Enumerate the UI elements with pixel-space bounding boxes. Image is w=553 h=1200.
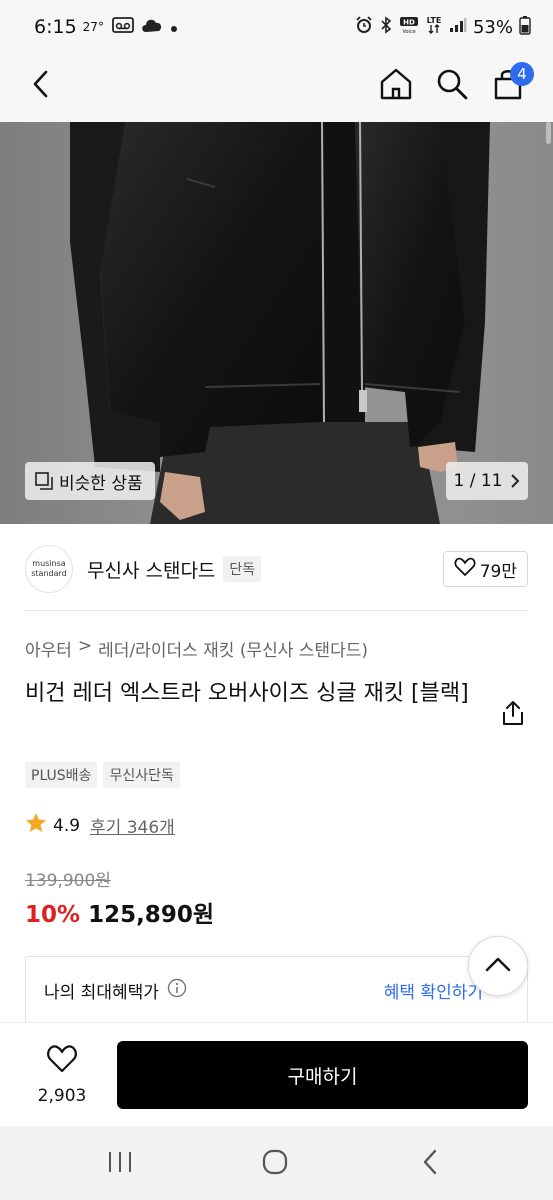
reviews-link[interactable]: 후기 346개 [90,813,175,838]
chevron-up-icon [485,956,511,976]
home-button[interactable] [374,64,418,108]
cloud-icon [140,16,164,38]
status-time: 6:15 [34,16,77,38]
status-bar: 6:15 27° HD Voice LTE 53% [0,0,553,54]
bluetooth-icon [379,16,393,38]
app-header: 4 [0,54,553,122]
chevron-right-icon [510,474,520,488]
cart-count-badge: 4 [510,62,534,86]
home-circle-icon [261,1148,289,1180]
info-icon[interactable] [167,978,187,1002]
status-temperature: 27° [82,20,104,34]
back-icon [30,70,54,102]
product-chips: PLUS배송 무신사단독 [25,762,180,788]
exclusive-tag: 단독 [223,556,262,582]
breadcrumb: 아우터 > 레더/라이더스 재킷 (무신사 스탠다드) [25,636,368,661]
back-nav-button[interactable] [408,1148,452,1180]
recent-apps-button[interactable] [98,1148,142,1180]
breadcrumb-category[interactable]: 아우터 [25,636,72,661]
rating-row: 4.9 후기 346개 [25,812,175,839]
voicemail-icon [112,17,134,37]
chip-plus-delivery: PLUS배송 [25,762,98,788]
divider [25,610,528,611]
max-benefit-box[interactable]: 나의 최대혜택가 혜택 확인하기 [25,956,528,1024]
system-nav-bar [0,1126,553,1200]
check-benefit-link[interactable]: 혜택 확인하기 [384,978,483,1003]
star-icon [25,812,47,839]
share-icon [501,701,525,730]
search-icon [435,67,469,105]
sale-price-row: 10% 125,890원 [25,895,214,929]
back-nav-icon [421,1149,439,1179]
wishlist-count: 2,903 [37,1086,87,1106]
brand-row: musinsa standard 무신사 스탠다드 단독 79만 [25,540,528,598]
discount-rate: 10% [25,902,81,928]
scrollbar-thumb[interactable] [546,122,551,144]
search-button[interactable] [430,64,474,108]
scroll-top-button[interactable] [468,936,528,996]
image-counter[interactable]: 1 / 11 [446,462,528,500]
alarm-icon [355,16,373,38]
hd-voice-icon: HD Voice [399,16,419,38]
sale-price: 125,890원 [88,902,214,928]
signal-icon [449,17,467,37]
product-image-carousel[interactable]: 비슷한 상품 1 / 11 [0,122,553,524]
wishlist-button[interactable]: 2,903 [30,1045,94,1106]
home-nav-button[interactable] [253,1148,297,1180]
status-battery-text: 53% [472,16,513,38]
cart-button[interactable]: 4 [486,62,534,108]
similar-items-icon [35,472,53,490]
product-title: 비건 레더 엑스트라 오버사이즈 싱글 재킷 [블랙] [25,681,469,706]
breadcrumb-subcategory[interactable]: 레더/라이더스 재킷 (무신사 스탠다드) [98,636,368,661]
share-button[interactable] [501,700,525,730]
battery-icon [519,15,531,39]
lte-icon: LTE [425,15,443,39]
svg-text:LTE: LTE [427,16,442,25]
rating-score: 4.9 [53,815,81,836]
brand-logo-line2: standard [31,569,67,578]
brand-logo[interactable]: musinsa standard [25,545,73,593]
heart-icon [46,1045,78,1078]
brand-like-button[interactable]: 79만 [442,551,528,587]
brand-like-count: 79만 [479,561,517,582]
brand-logo-line1: musinsa [32,559,66,568]
brand-name-link[interactable]: 무신사 스탠다드 [87,556,215,583]
recent-apps-icon [107,1150,133,1178]
home-icon [379,67,413,105]
svg-text:HD: HD [403,19,415,27]
back-button[interactable] [20,64,64,108]
buy-button[interactable]: 구매하기 [117,1041,528,1109]
image-counter-text: 1 / 11 [453,471,503,491]
bottom-purchase-bar: 2,903 구매하기 [0,1022,553,1126]
max-benefit-label: 나의 최대혜택가 [44,982,159,1003]
heart-icon [454,557,476,582]
chip-musinsa-exclusive: 무신사단독 [103,762,180,788]
similar-products-label: 비슷한 상품 [59,473,143,494]
breadcrumb-separator: > [77,636,93,656]
similar-products-button[interactable]: 비슷한 상품 [25,462,155,500]
original-price: 139,900원 [25,871,111,891]
dot-icon [170,18,178,37]
svg-text:Voice: Voice [402,29,415,34]
